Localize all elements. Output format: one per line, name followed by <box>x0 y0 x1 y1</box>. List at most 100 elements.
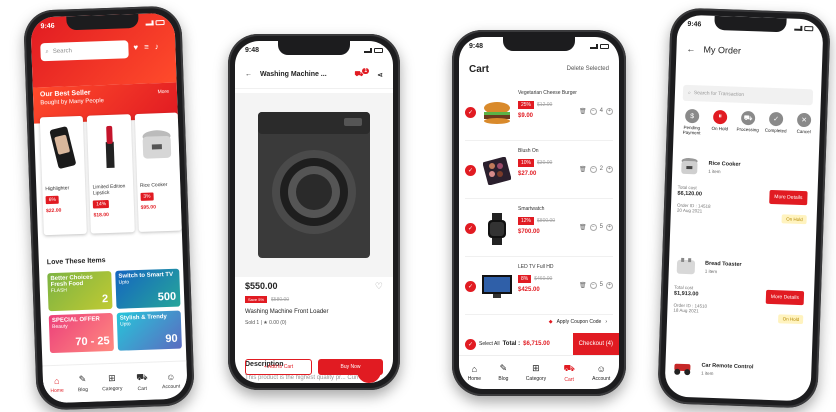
nav-blog[interactable]: ✎ Blog <box>498 363 508 382</box>
discount-badge: 12% <box>518 216 535 225</box>
checkbox-checked-icon[interactable]: ✓ <box>465 223 476 234</box>
chevron-right-icon: › <box>605 319 607 325</box>
nav-label: Account <box>592 375 611 382</box>
pause-icon: ⏸ <box>712 109 728 125</box>
banner-value: 500 <box>157 290 177 304</box>
tab-completed[interactable]: ✓ Completed <box>763 111 788 139</box>
product-card[interactable]: Highlighter 6% $22.00 <box>39 115 88 236</box>
checkbox-checked-icon[interactable]: ✓ <box>465 107 476 118</box>
total-value: $6,715.00 <box>523 341 550 347</box>
signal-icon <box>590 43 598 49</box>
old-price: $800.00 <box>537 217 556 224</box>
nav-account[interactable]: ☺ Account <box>592 364 610 382</box>
product-price: $22.00 <box>45 207 62 215</box>
plus-button[interactable]: + <box>606 107 613 115</box>
tab-on-hold[interactable]: ⏸ On Hold <box>708 109 733 137</box>
total-label: Total : <box>502 341 521 347</box>
heart-icon[interactable]: ♥ <box>133 43 138 52</box>
checkbox-checked-icon[interactable]: ✓ <box>465 165 476 176</box>
tab-processing[interactable]: ⛟ Processing <box>735 110 760 138</box>
nav-blog[interactable]: ✎ Blog <box>77 374 88 393</box>
cart-item: ✓ LED TV Full HD 8% $460.00 $425.00 🗑 −5 + <box>465 259 613 315</box>
promo-banner-food[interactable]: Better Choices Fresh Food FLASH 2 <box>47 270 113 312</box>
order-card: Bread Toaster 1 item Total cost $1,913.0… <box>673 255 809 332</box>
product-top-bar: ← Washing Machine ... ⛟ 1 ⋖ <box>235 61 393 89</box>
search-input[interactable]: ⌕ Search <box>40 40 129 62</box>
more-details-button[interactable]: More Details <box>769 189 808 206</box>
more-details-button[interactable]: More Details <box>765 289 805 306</box>
status-time: 9:48 <box>469 42 484 50</box>
back-arrow-icon[interactable]: ← <box>686 44 695 54</box>
banner-value: 2 <box>101 293 109 306</box>
more-link[interactable]: More <box>157 89 169 95</box>
quantity-value: 2 <box>599 166 603 172</box>
product-price: $550.00 <box>245 281 278 291</box>
nav-home[interactable]: ⌂ Home <box>468 364 481 382</box>
list-icon[interactable]: ≡ <box>144 43 149 52</box>
transaction-search-input[interactable]: ⌕ Search for Transaction <box>682 84 814 106</box>
order-item-name: Car Remote Control <box>701 362 754 370</box>
user-icon: ☺ <box>596 363 606 374</box>
old-price: $30.00 <box>537 159 553 166</box>
trash-icon[interactable]: 🗑 <box>579 166 587 173</box>
discount-badge: 8% <box>518 274 532 283</box>
banner-title: Better Choices Fresh Food <box>50 274 93 289</box>
apply-coupon-button[interactable]: ◆ Apply Coupon Code › <box>549 319 607 325</box>
promo-banner-tv[interactable]: Switch to Smart TV Upto 500 <box>115 268 181 309</box>
tab-label: Processing <box>736 126 759 133</box>
product-card[interactable]: Limited Edition Lipstick 14% $18.00 <box>87 114 135 234</box>
heart-icon[interactable]: ♡ <box>375 281 383 292</box>
back-arrow-icon[interactable]: ← <box>245 71 252 78</box>
plus-button[interactable]: + <box>606 223 613 231</box>
nav-home[interactable]: ⌂ Home <box>50 375 64 393</box>
tab-pending-payment[interactable]: $ Pending Payment <box>680 108 705 136</box>
burger-image <box>480 96 514 130</box>
buy-now-button[interactable]: Buy Now <box>318 359 383 375</box>
bell-icon[interactable]: ♪ <box>155 42 159 51</box>
promo-banner-beauty[interactable]: SPECIAL OFFER Beauty 70 - 25 <box>48 312 114 354</box>
order-card: Rice Cooker 1 item Total cost $6,120.00 … <box>676 155 812 232</box>
plus-button[interactable]: + <box>606 281 613 289</box>
nav-cart[interactable]: ⛟ Cart <box>136 371 148 391</box>
trash-icon[interactable]: 🗑 <box>579 108 587 115</box>
battery-icon <box>804 25 814 31</box>
product-image <box>235 93 393 277</box>
minus-button[interactable]: − <box>589 223 597 231</box>
signal-icon <box>364 47 372 53</box>
checkout-button[interactable]: Checkout (4) <box>572 333 619 355</box>
signal-icon <box>145 19 154 26</box>
nav-category[interactable]: ⊞ Category <box>526 363 546 382</box>
banner-value: 70 - 25 <box>75 335 110 349</box>
select-all-checkbox[interactable]: ✓ <box>465 338 476 350</box>
nav-category[interactable]: ⊞ Category <box>102 372 122 392</box>
tab-cancel[interactable]: ✕ Cancel <box>791 112 816 140</box>
search-icon: ⌕ <box>687 89 691 97</box>
coupon-icon: ◆ <box>548 319 553 325</box>
status-badge: On Hold <box>778 314 804 325</box>
trash-icon[interactable]: 🗑 <box>579 282 587 289</box>
product-name: Rice Cooker <box>139 181 168 189</box>
order-item-count: 1 item <box>704 268 718 274</box>
highlighter-image <box>43 119 82 176</box>
product-actions: + Add to Cart Buy Now <box>245 359 383 375</box>
minus-button[interactable]: − <box>589 165 597 173</box>
trash-icon[interactable]: 🗑 <box>579 224 587 231</box>
add-to-cart-button[interactable]: + Add to Cart <box>245 359 312 375</box>
discount-badge: 10% <box>518 158 535 167</box>
nav-account[interactable]: ☺ Account <box>162 371 180 389</box>
checkbox-checked-icon[interactable]: ✓ <box>465 281 476 292</box>
minus-button[interactable]: − <box>589 281 597 289</box>
delete-selected-button[interactable]: Delete Selected <box>567 66 609 72</box>
nav-cart[interactable]: ⛟ Cart <box>563 363 574 383</box>
item-name: Blush On <box>518 147 539 154</box>
minus-button[interactable]: − <box>589 107 597 115</box>
promo-banner-fashion[interactable]: Stylish & Trendy Upto 90 <box>116 310 182 351</box>
battery-icon <box>374 47 383 53</box>
share-icon[interactable]: ⋖ <box>377 71 383 79</box>
product-card[interactable]: Rice Cooker 3% $95.00 <box>134 112 182 232</box>
remote-car-image <box>671 357 694 380</box>
product-name: Highlighter <box>45 185 70 193</box>
plus-button[interactable]: + <box>606 165 613 173</box>
grid-icon: ⊞ <box>107 372 116 384</box>
order-item-count: 1 item <box>701 370 714 376</box>
